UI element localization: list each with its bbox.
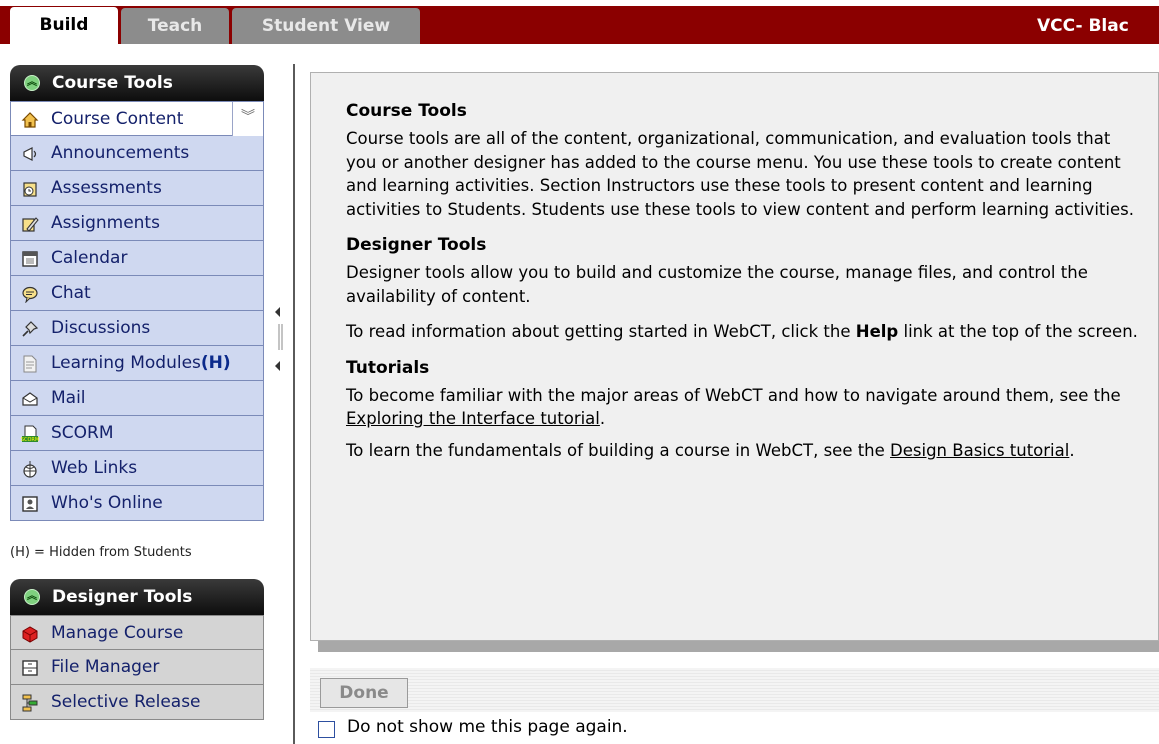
menu-label: Manage Course — [51, 623, 184, 643]
designer-tools-header[interactable]: ︽ Designer Tools — [10, 579, 264, 615]
clipboard-clock-icon — [23, 182, 37, 197]
menu-assignments[interactable]: Assignments — [10, 206, 264, 241]
pencil-paper-icon — [22, 217, 39, 232]
scorm-icon: SCORM — [21, 425, 39, 443]
menu-mail[interactable]: Mail — [10, 381, 264, 416]
menu-announcements[interactable]: Announcements — [10, 136, 264, 171]
menu-scorm[interactable]: SCORM SCORM — [10, 416, 264, 451]
menu-label: SCORM — [51, 423, 114, 443]
envelope-icon — [22, 392, 38, 406]
calendar-icon — [22, 251, 38, 267]
menu-label: Announcements — [51, 143, 190, 163]
menu-label: Assessments — [51, 178, 162, 198]
pushpin-icon — [22, 321, 39, 337]
course-tools-header[interactable]: ︽ Course Tools — [10, 65, 264, 101]
person-frame-icon — [22, 496, 38, 512]
designer-tools-description: Designer tools allow you to build and cu… — [346, 263, 1088, 306]
menu-label: Mail — [51, 388, 86, 408]
globe-link-icon — [23, 461, 37, 478]
chat-bubble-icon — [22, 286, 38, 303]
menu-course-content[interactable]: Course Content ︾ — [10, 101, 264, 136]
course-tools-title: Course Tools — [52, 73, 173, 93]
collapse-chevron-icon[interactable]: ︽ — [24, 589, 40, 605]
collapse-pane-handle[interactable] — [272, 300, 288, 380]
menu-calendar[interactable]: Calendar — [10, 241, 264, 276]
exploring-interface-link[interactable]: Exploring the Interface tutorial — [346, 409, 600, 428]
menu-label: File Manager — [51, 657, 160, 677]
hidden-note: (H) = Hidden from Students — [10, 545, 192, 560]
menu-label: Learning Modules — [51, 353, 201, 373]
course-tools-menu: Course Content ︾ Announcements Assessmen… — [10, 101, 264, 521]
tab-teach[interactable]: Teach — [121, 8, 229, 44]
menu-label: Selective Release — [51, 692, 201, 712]
menu-web-links[interactable]: Web Links — [10, 451, 264, 486]
menu-discussions[interactable]: Discussions — [10, 311, 264, 346]
red-cube-icon — [22, 626, 38, 643]
designer-tools-menu: Manage Course File Manager Selective Rel… — [10, 615, 264, 720]
menu-label: Assignments — [51, 213, 160, 233]
home-icon — [21, 112, 39, 128]
pane-divider — [293, 64, 295, 744]
tab-student-view[interactable]: Student View — [232, 8, 420, 44]
menu-chat[interactable]: Chat — [10, 276, 264, 311]
done-button[interactable]: Done — [320, 678, 408, 708]
megaphone-icon — [23, 147, 37, 161]
menu-label: Web Links — [51, 458, 138, 478]
tutorial-design-text: To learn the fundamentals of building a … — [346, 440, 1075, 460]
welcome-panel: Course Tools Course tools are all of the… — [310, 72, 1159, 641]
course-tools-heading: Course Tools — [346, 101, 467, 121]
tab-build[interactable]: Build — [10, 7, 118, 44]
course-tools-description: Course tools are all of the content, org… — [346, 129, 1134, 219]
menu-learning-modules[interactable]: Learning Modules(H) — [10, 346, 264, 381]
document-icon — [23, 355, 37, 373]
menu-label: Discussions — [51, 318, 151, 338]
svg-text:SCORM: SCORM — [21, 437, 39, 443]
tutorials-heading: Tutorials — [346, 357, 430, 378]
institution-name: VCC- Blac — [1037, 16, 1129, 36]
menu-manage-course[interactable]: Manage Course — [10, 615, 264, 650]
tutorial-interface-text: To become familiar with the major areas … — [346, 385, 1121, 429]
menu-label: Chat — [51, 283, 91, 303]
menu-label: Course Content — [51, 109, 184, 129]
menu-label: Calendar — [51, 248, 128, 268]
footer-band — [310, 668, 1159, 712]
design-basics-link[interactable]: Design Basics tutorial — [890, 441, 1069, 460]
flowchart-icon — [22, 694, 38, 712]
menu-whos-online[interactable]: Who's Online — [10, 486, 264, 521]
collapse-chevron-icon[interactable]: ︽ — [24, 75, 40, 91]
dont-show-again-checkbox[interactable] — [318, 721, 335, 738]
designer-tools-title: Designer Tools — [52, 587, 193, 607]
help-word: Help — [855, 322, 899, 341]
menu-selective-release[interactable]: Selective Release — [10, 685, 264, 720]
hidden-flag: (H) — [200, 353, 231, 373]
file-cabinet-icon — [22, 660, 38, 676]
dont-show-again-label[interactable]: Do not show me this page again. — [347, 717, 628, 737]
designer-tools-heading: Designer Tools — [346, 235, 487, 255]
menu-label: Who's Online — [51, 493, 163, 513]
help-instructions: To read information about getting starte… — [346, 322, 1138, 341]
top-tab-bar: Build Teach Student View VCC- Blac — [0, 0, 1159, 44]
menu-assessments[interactable]: Assessments — [10, 171, 264, 206]
chevron-down-icon[interactable]: ︾ — [232, 102, 263, 136]
menu-file-manager[interactable]: File Manager — [10, 650, 264, 685]
